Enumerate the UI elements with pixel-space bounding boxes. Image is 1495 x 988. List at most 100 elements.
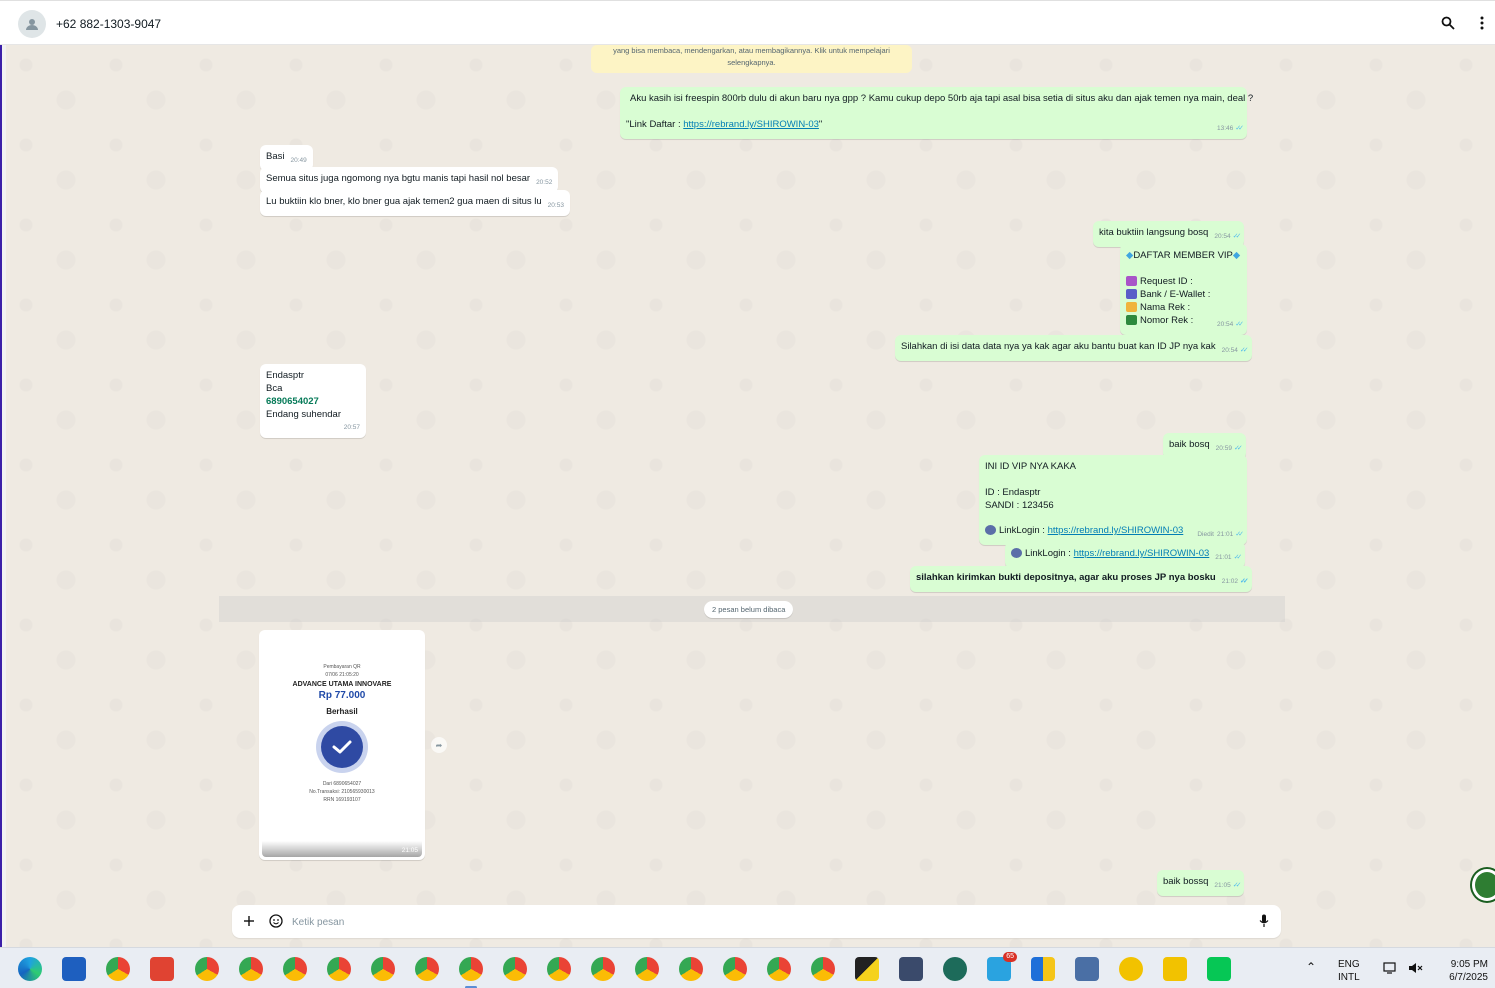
message-incoming[interactable]: Endasptr Bca 6890654027 Endang suhendar 2…: [260, 364, 366, 438]
message-incoming[interactable]: Lu buktiin klo bner, klo bner gua ajak t…: [260, 190, 570, 216]
chrome-profile-icon[interactable]: [635, 957, 659, 981]
plus-icon[interactable]: [241, 913, 257, 929]
chrome-profile-icon[interactable]: [723, 957, 747, 981]
microphone-icon[interactable]: [1256, 913, 1272, 929]
search-icon[interactable]: [1438, 13, 1458, 33]
chrome-icon[interactable]: [106, 957, 130, 981]
link-suffix: ": [818, 119, 823, 130]
forward-icon[interactable]: ➦: [431, 737, 447, 753]
message-text: INI ID VIP NYA KAKA: [985, 461, 1076, 472]
helmet-app-icon[interactable]: [943, 957, 967, 981]
message-time: 20:59: [1215, 445, 1232, 452]
store-icon[interactable]: [62, 957, 86, 981]
chrome-profile-icon[interactable]: [811, 957, 835, 981]
chrome-profile-icon-active[interactable]: [459, 957, 483, 988]
message-input[interactable]: [292, 913, 1192, 931]
message-outgoing[interactable]: LinkLogin : https://rebrand.ly/SHIROWIN-…: [1005, 542, 1246, 568]
contact-name[interactable]: +62 882-1303-9047: [56, 17, 161, 31]
chat-wallpaper: [6, 45, 1495, 947]
message-time: 20:54: [1216, 321, 1234, 328]
chrome-profile-icon[interactable]: [679, 957, 703, 981]
chrome-profile-icon[interactable]: [547, 957, 571, 981]
volume-muted-icon[interactable]: [1408, 962, 1424, 978]
chrome-profile-icon[interactable]: [371, 957, 395, 981]
double-check-icon: ✓✓: [1233, 554, 1243, 561]
telegram-icon[interactable]: 65: [987, 952, 1017, 981]
chrome-profile-icon[interactable]: [503, 957, 527, 981]
message-time: 13:46: [1216, 125, 1234, 132]
language-indicator[interactable]: ENG INTL: [1338, 958, 1360, 984]
double-check-icon: ✓✓: [1232, 882, 1242, 889]
link-prefix: "Link Daftar :: [626, 119, 684, 130]
play-icon: [1011, 548, 1022, 558]
line-icon[interactable]: [1207, 957, 1231, 981]
receipt-amount: Rp 77.000: [318, 690, 366, 701]
payment-receipt-image[interactable]: Pembayaran QR 07/06 21:05:20 ADVANCE UTA…: [262, 633, 422, 857]
receipt-trx: No.Transaksi: 210565930013: [309, 789, 375, 795]
chrome-profile-icon[interactable]: [415, 957, 439, 981]
network-icon[interactable]: [1383, 962, 1399, 978]
emoji-icon[interactable]: [268, 913, 284, 929]
message-link[interactable]: https://rebrand.ly/SHIROWIN-03: [1048, 525, 1184, 536]
message-time: 21:01: [1216, 531, 1234, 538]
encryption-notice[interactable]: yang bisa membaca, mendengarkan, atau me…: [591, 45, 912, 73]
id-emoji-icon: [1126, 276, 1137, 286]
image-message[interactable]: Pembayaran QR 07/06 21:05:20 ADVANCE UTA…: [259, 630, 425, 860]
vip-title-text: DAFTAR MEMBER VIP: [1133, 250, 1233, 261]
chrome-profile-icon[interactable]: [239, 957, 263, 981]
calculator-icon[interactable]: [1075, 957, 1099, 981]
bank-emoji-icon: [1126, 289, 1137, 299]
double-check-icon: ✓✓: [1235, 321, 1244, 328]
message-outgoing[interactable]: baik bossq 21:05 ✓✓: [1157, 870, 1245, 896]
inbox-icon[interactable]: [899, 957, 923, 981]
receipt-rrn: RRN 169193107: [323, 797, 361, 803]
chrome-profile-icon[interactable]: [591, 957, 615, 981]
image-footer-shade: [262, 841, 422, 857]
receipt-datetime: 07/06 21:05:20: [325, 672, 359, 678]
message-text: Aku kasih isi freespin 800rb dulu di aku…: [630, 93, 1254, 104]
message-time: 20:57: [343, 424, 360, 431]
clock-time: 9:05 PM: [1450, 959, 1488, 970]
contact-avatar[interactable]: [18, 10, 46, 38]
shield-icon[interactable]: [1031, 957, 1055, 981]
kakao-icon[interactable]: [1163, 957, 1187, 981]
double-check-icon: ✓✓: [1235, 125, 1244, 132]
message-outgoing[interactable]: Aku kasih isi freespin 800rb dulu di aku…: [620, 87, 1254, 139]
windows-taskbar: 65 ⌃ ENG INTL 9:05 PM 6/7/2025: [0, 947, 1495, 988]
message-text: kita buktiin langsung bosq: [1099, 227, 1209, 238]
form-line: Request ID :: [1140, 276, 1193, 287]
receipt-label: Pembayaran QR: [323, 664, 361, 670]
message-time: 21:05: [401, 847, 418, 854]
card-emoji-icon: [1126, 315, 1137, 325]
chat-area[interactable]: yang bisa membaca, mendengarkan, atau me…: [6, 45, 1495, 947]
message-text: baik bossq: [1163, 876, 1209, 887]
chevron-up-icon[interactable]: ⌃: [1306, 961, 1316, 974]
clock[interactable]: 9:05 PM 6/7/2025: [1436, 958, 1488, 984]
edited-label: Diedit: [1197, 531, 1214, 538]
edge-icon[interactable]: [18, 957, 42, 981]
form-line: Bank / E-Wallet :: [1140, 289, 1211, 300]
chrome-profile-icon[interactable]: [195, 957, 219, 981]
kebab-menu-icon[interactable]: [1472, 13, 1492, 33]
message-link[interactable]: https://rebrand.ly/SHIROWIN-03: [1074, 548, 1210, 559]
search-app-icon[interactable]: [1119, 957, 1143, 981]
chrome-profile-icon[interactable]: [767, 957, 791, 981]
floating-app-bubble[interactable]: [1472, 869, 1495, 901]
double-check-icon: ✓✓: [1232, 233, 1242, 240]
language-code: ENG: [1338, 959, 1360, 970]
phone-number-link[interactable]: 6890654027: [266, 395, 360, 408]
sticky-notes-icon[interactable]: [855, 957, 879, 981]
double-check-icon: ✓✓: [1233, 445, 1243, 452]
message-outgoing[interactable]: Silahkan di isi data data nya ya kak aga…: [895, 335, 1252, 361]
clock-date: 6/7/2025: [1449, 972, 1488, 983]
keyboard-layout: INTL: [1338, 972, 1360, 983]
chrome-profile-icon[interactable]: [283, 957, 307, 981]
message-text: Endasptr: [266, 370, 305, 381]
wps-icon[interactable]: [150, 957, 174, 981]
chrome-profile-icon[interactable]: [327, 957, 351, 981]
message-outgoing[interactable]: silahkan kirimkan bukti depositnya, agar…: [910, 566, 1252, 592]
message-link[interactable]: https://rebrand.ly/SHIROWIN-03: [683, 119, 819, 130]
notice-line-2: selengkapnya.: [727, 58, 776, 67]
message-outgoing[interactable]: INI ID VIP NYA KAKA ID : Endasptr SANDI …: [979, 455, 1247, 545]
message-outgoing[interactable]: ◆DAFTAR MEMBER VIP◆ Request ID : Bank / …: [1120, 244, 1247, 335]
